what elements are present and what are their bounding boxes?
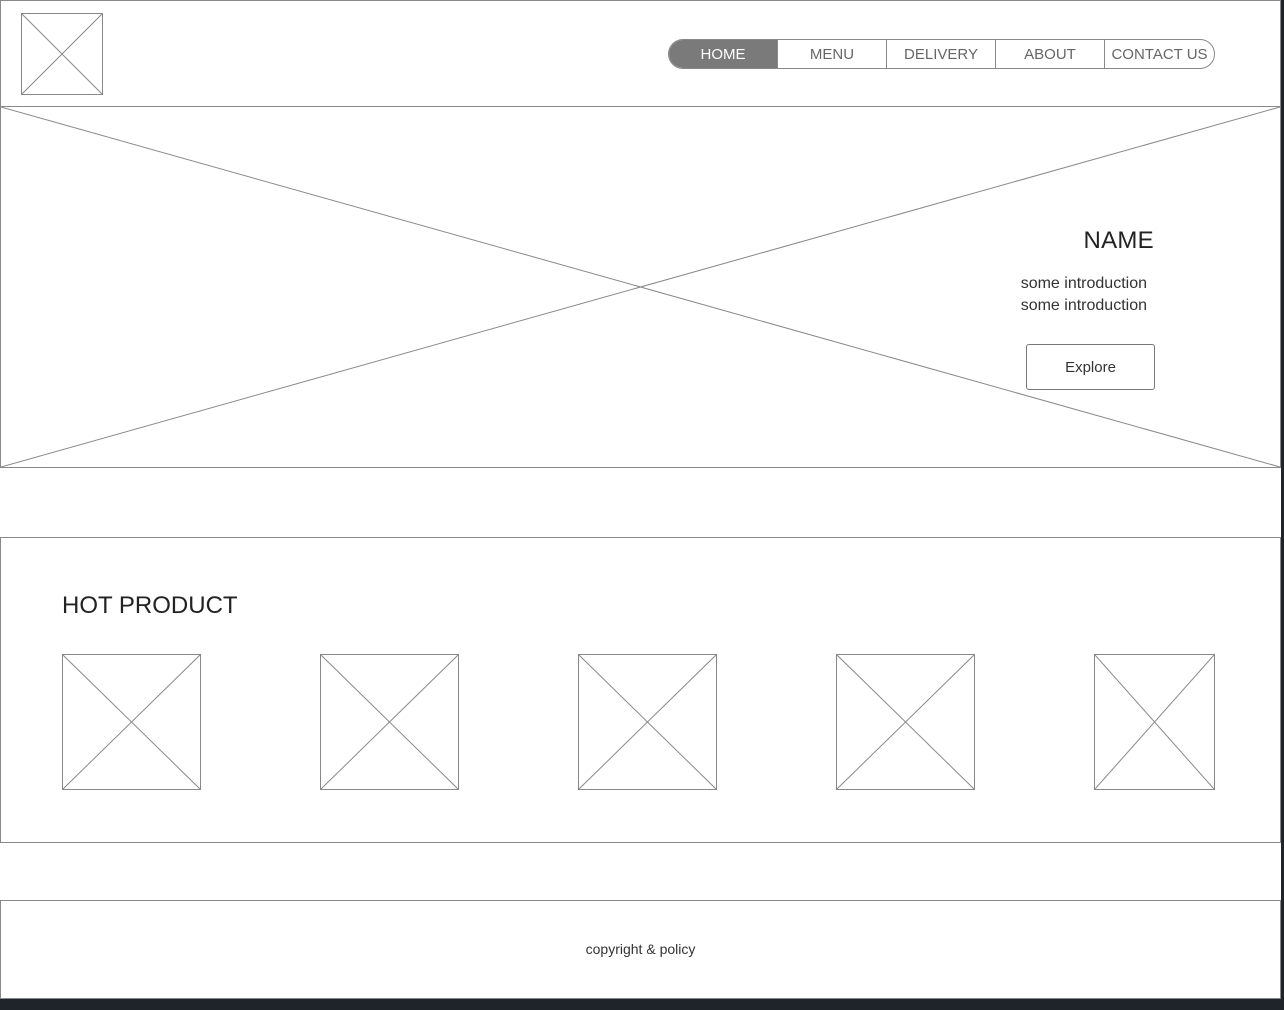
main-nav: HOME MENU DELIVERY ABOUT CONTACT US	[668, 39, 1215, 69]
product-image-placeholder-icon[interactable]	[320, 654, 459, 790]
product-image-placeholder-icon[interactable]	[1094, 654, 1215, 790]
nav-item-menu[interactable]: MENU	[778, 40, 887, 68]
page-canvas: HOME MENU DELIVERY ABOUT CONTACT US NAME…	[0, 0, 1281, 999]
nav-item-home[interactable]: HOME	[669, 40, 778, 68]
nav-item-contact-us[interactable]: CONTACT US	[1105, 40, 1214, 68]
product-image-placeholder-icon[interactable]	[836, 654, 975, 790]
product-image-placeholder-icon[interactable]	[578, 654, 717, 790]
hot-product-title: HOT PRODUCT	[62, 592, 238, 619]
hero-title: NAME	[1083, 227, 1154, 254]
nav-item-about[interactable]: ABOUT	[996, 40, 1105, 68]
footer-copyright-policy-link[interactable]: copyright & policy	[0, 941, 1281, 957]
hero-intro-line: some introduction	[1020, 297, 1147, 314]
hero-introduction: some introduction some introduction	[1021, 273, 1147, 317]
nav-item-delivery[interactable]: DELIVERY	[887, 40, 996, 68]
explore-button[interactable]: Explore	[1026, 344, 1155, 390]
logo-placeholder-icon[interactable]	[21, 13, 103, 95]
product-image-placeholder-icon[interactable]	[62, 654, 201, 790]
hero-intro-line: some introduction	[1020, 275, 1147, 292]
